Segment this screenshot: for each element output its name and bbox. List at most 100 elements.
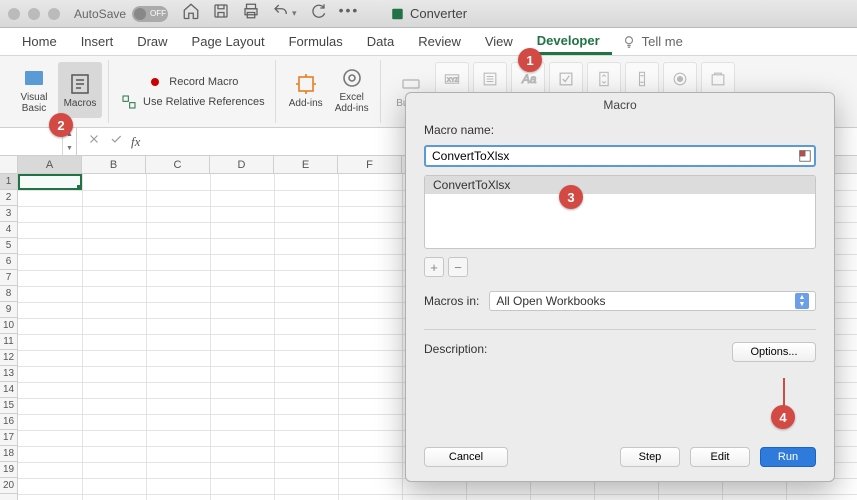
fx-icon[interactable]: fx [131,134,140,150]
redo-icon[interactable] [309,2,327,25]
macro-dialog: Macro Macro name: ConvertToXlsx + − Macr… [405,92,835,482]
run-button[interactable]: Run [760,447,816,467]
options-button[interactable]: Options... [732,342,816,362]
ribbon-tabs: Home Insert Draw Page Layout Formulas Da… [0,28,857,56]
row-header[interactable]: 9 [0,302,17,318]
divider [424,329,816,330]
macro-list[interactable]: ConvertToXlsx [424,175,816,249]
row-header[interactable]: 5 [0,238,17,254]
undo-dropdown-icon[interactable]: ▾ [292,8,297,19]
ribbon-group-macro-options: Record Macro Use Relative References [111,60,276,123]
row-header[interactable]: 1 [0,174,17,190]
row-header[interactable]: 15 [0,398,17,414]
callout-2: 2 [49,113,73,137]
row-header[interactable]: 19 [0,462,17,478]
macro-name-input[interactable] [424,145,816,167]
col-header-d[interactable]: D [210,156,274,173]
tab-home[interactable]: Home [10,30,69,53]
radio-control-icon[interactable] [663,62,697,96]
more-icon[interactable]: ••• [339,2,360,25]
excel-icon [390,7,404,21]
scrollbar-control-icon[interactable] [625,62,659,96]
tab-data[interactable]: Data [355,30,406,53]
row-header[interactable]: 13 [0,366,17,382]
row-header[interactable]: 18 [0,446,17,462]
lightbulb-icon [622,35,636,49]
col-header-f[interactable]: F [338,156,402,173]
groupbox-control-icon[interactable] [701,62,735,96]
titlebar: AutoSave OFF ▾ ••• Converter [0,0,857,28]
macros-label: Macros [64,98,97,109]
ribbon-group-addins: Add-ins Excel Add-ins [278,60,381,123]
accept-formula-icon[interactable] [109,132,123,151]
excel-addins-button[interactable]: Excel Add-ins [330,62,374,118]
row-header[interactable]: 16 [0,414,17,430]
row-header[interactable]: 17 [0,430,17,446]
macro-name-label: Macro name: [424,123,816,137]
tab-review[interactable]: Review [406,30,473,53]
cancel-formula-icon[interactable] [87,132,101,151]
tab-formulas[interactable]: Formulas [277,30,355,53]
close-window-icon[interactable] [8,8,20,20]
maximize-window-icon[interactable] [48,8,60,20]
addins-button[interactable]: Add-ins [284,62,328,118]
row-header[interactable]: 8 [0,286,17,302]
cancel-button[interactable]: Cancel [424,447,508,467]
spinner-down-icon[interactable]: ▼ [63,142,76,156]
document-title: Converter [390,6,467,21]
row-header[interactable]: 4 [0,222,17,238]
dialog-title: Macro [406,93,834,117]
autosave-control[interactable]: AutoSave OFF [74,6,168,22]
spinner-control-icon[interactable] [587,62,621,96]
tell-me-label: Tell me [642,34,683,49]
col-header-b[interactable]: B [82,156,146,173]
row-header[interactable]: 20 [0,478,17,494]
callout-3: 3 [559,185,583,209]
macro-list-item[interactable]: ConvertToXlsx [425,176,815,194]
col-header-e[interactable]: E [274,156,338,173]
row-header[interactable]: 11 [0,334,17,350]
remove-macro-button[interactable]: − [448,257,468,277]
window-controls[interactable] [8,8,60,20]
tab-draw[interactable]: Draw [125,30,179,53]
use-relative-button[interactable]: Use Relative References [117,92,269,112]
row-header[interactable]: 2 [0,190,17,206]
tell-me-search[interactable]: Tell me [622,34,683,49]
step-button[interactable]: Step [620,447,680,467]
add-macro-button[interactable]: + [424,257,444,277]
col-header-a[interactable]: A [18,156,82,173]
row-headers[interactable]: 1 2 3 4 5 6 7 8 9 10 11 12 13 14 15 16 1… [0,174,18,500]
autosave-state: OFF [150,9,166,18]
autosave-toggle[interactable]: OFF [132,6,168,22]
tab-insert[interactable]: Insert [69,30,126,53]
tab-view[interactable]: View [473,30,525,53]
col-header-c[interactable]: C [146,156,210,173]
print-icon[interactable] [242,2,260,25]
home-icon[interactable] [182,2,200,25]
addins-label: Add-ins [289,98,323,109]
row-header[interactable]: 7 [0,270,17,286]
select-arrows-icon: ▲▼ [795,293,809,309]
combobox-control-icon[interactable]: XYZ [435,62,469,96]
undo-icon[interactable] [272,2,290,25]
tab-page-layout[interactable]: Page Layout [180,30,277,53]
macros-in-select[interactable]: All Open Workbooks ▲▼ [489,291,816,311]
row-header[interactable]: 6 [0,254,17,270]
record-macro-button[interactable]: Record Macro [143,72,242,92]
selected-cell-a1[interactable] [18,174,82,190]
listbox-control-icon[interactable] [473,62,507,96]
formula-controls: fx [77,132,150,151]
row-header[interactable]: 10 [0,318,17,334]
titlebar-quick-access: ▾ ••• [182,2,359,25]
row-header[interactable]: 3 [0,206,17,222]
row-header[interactable]: 12 [0,350,17,366]
visual-basic-button[interactable]: Visual Basic [12,62,56,118]
select-all-corner[interactable] [0,156,18,174]
row-header[interactable]: 14 [0,382,17,398]
checkbox-control-icon[interactable] [549,62,583,96]
minimize-window-icon[interactable] [28,8,40,20]
cell-reference-icon[interactable] [798,149,812,163]
macros-button[interactable]: Macros [58,62,102,118]
edit-button[interactable]: Edit [690,447,750,467]
save-icon[interactable] [212,2,230,25]
